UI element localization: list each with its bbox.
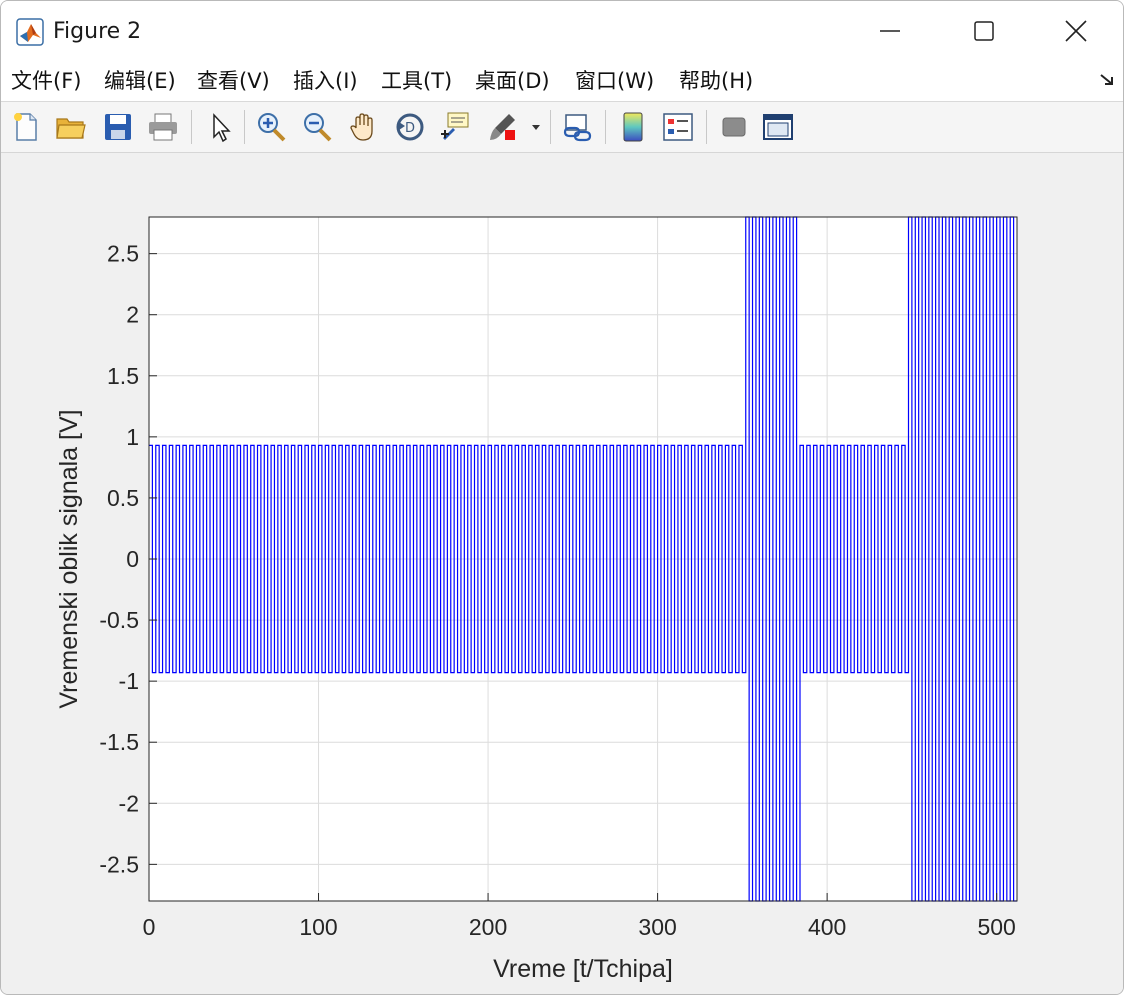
menu-desktop[interactable]: 桌面(D) <box>475 66 550 96</box>
hide-plot-tools-icon[interactable] <box>717 110 751 144</box>
colorbar-icon[interactable] <box>616 110 650 144</box>
maximize-icon <box>974 21 994 41</box>
y-axis-label: Vremenski oblik signala [V] <box>55 409 83 708</box>
y-tick-label: -0.5 <box>99 607 139 633</box>
menu-help[interactable]: 帮助(H) <box>679 66 753 96</box>
menu-view[interactable]: 查看(V) <box>197 66 270 96</box>
minimize-icon <box>880 30 900 32</box>
rotate-3d-icon[interactable]: D <box>393 110 427 144</box>
dock-arrow-icon[interactable] <box>1099 71 1115 91</box>
menu-bar: 文件(F) 编辑(E) 查看(V) 插入(I) 工具(T) 桌面(D) 窗口(W… <box>1 61 1123 102</box>
zoom-in-icon[interactable] <box>254 110 288 144</box>
toolbar-separator <box>191 110 192 144</box>
save-icon[interactable] <box>101 110 135 144</box>
pointer-icon[interactable] <box>204 110 238 144</box>
close-icon <box>1065 20 1087 42</box>
figure-toolbar: D <box>1 102 1123 153</box>
y-tick-label: -1.5 <box>99 729 139 755</box>
x-tick-label: 300 <box>638 914 676 940</box>
window-title: Figure 2 <box>53 19 142 44</box>
svg-text:D: D <box>405 121 415 136</box>
y-tick-label: -1 <box>119 668 139 694</box>
y-tick-label: 0.5 <box>107 485 139 511</box>
show-plot-tools-icon[interactable] <box>761 110 795 144</box>
x-tick-label: 400 <box>808 914 846 940</box>
y-tick-label: 2 <box>126 302 139 328</box>
menu-edit[interactable]: 编辑(E) <box>104 66 176 96</box>
matlab-logo-icon <box>16 18 44 46</box>
maximize-button[interactable] <box>937 1 1031 61</box>
x-axis-label: Vreme [t/Tchipa] <box>493 955 673 983</box>
pan-hand-icon[interactable] <box>347 110 381 144</box>
y-tick-label: 2.5 <box>107 241 139 267</box>
y-tick-label: 0 <box>126 546 139 572</box>
toolbar-separator <box>706 110 707 144</box>
title-bar: Figure 2 <box>1 1 1123 61</box>
brush-dropdown-icon[interactable] <box>528 110 544 144</box>
y-tick-label: -2 <box>119 790 139 816</box>
toolbar-separator <box>605 110 606 144</box>
plot-svg: 0 100 200 300 400 500 -2.5 -2 -1.5 -1 -0.5 0 0.5 1 1.5… <box>55 216 1018 983</box>
x-tick-label: 0 <box>143 914 156 940</box>
print-icon[interactable] <box>146 110 180 144</box>
brush-icon[interactable] <box>487 110 521 144</box>
open-folder-icon[interactable] <box>54 110 88 144</box>
y-tick-label: -2.5 <box>99 851 139 877</box>
data-cursor-icon[interactable] <box>439 110 473 144</box>
x-tick-label: 100 <box>299 914 337 940</box>
x-tick-label: 200 <box>469 914 507 940</box>
y-tick-label: 1 <box>126 424 139 450</box>
x-tick-label: 500 <box>977 914 1015 940</box>
menu-insert[interactable]: 插入(I) <box>293 66 358 96</box>
minimize-button[interactable] <box>843 1 937 61</box>
menu-window[interactable]: 窗口(W) <box>575 66 654 96</box>
y-tick-label: 1.5 <box>107 363 139 389</box>
figure-window: Figure 2 文件(F) 编辑(E) 查看(V) 插入(I) 工具(T) 桌… <box>0 0 1124 995</box>
new-figure-icon[interactable] <box>9 110 43 144</box>
toolbar-separator <box>550 110 551 144</box>
link-plot-icon[interactable] <box>561 110 595 144</box>
menu-file[interactable]: 文件(F) <box>11 66 81 96</box>
legend-icon[interactable] <box>661 110 695 144</box>
close-button[interactable] <box>1029 1 1123 61</box>
figure-canvas: 0 100 200 300 400 500 -2.5 -2 -1.5 -1 -0.5 0 0.5 1 1.5… <box>1 153 1123 994</box>
toolbar-separator <box>244 110 245 144</box>
zoom-out-icon[interactable] <box>300 110 334 144</box>
menu-tools[interactable]: 工具(T) <box>381 66 452 96</box>
